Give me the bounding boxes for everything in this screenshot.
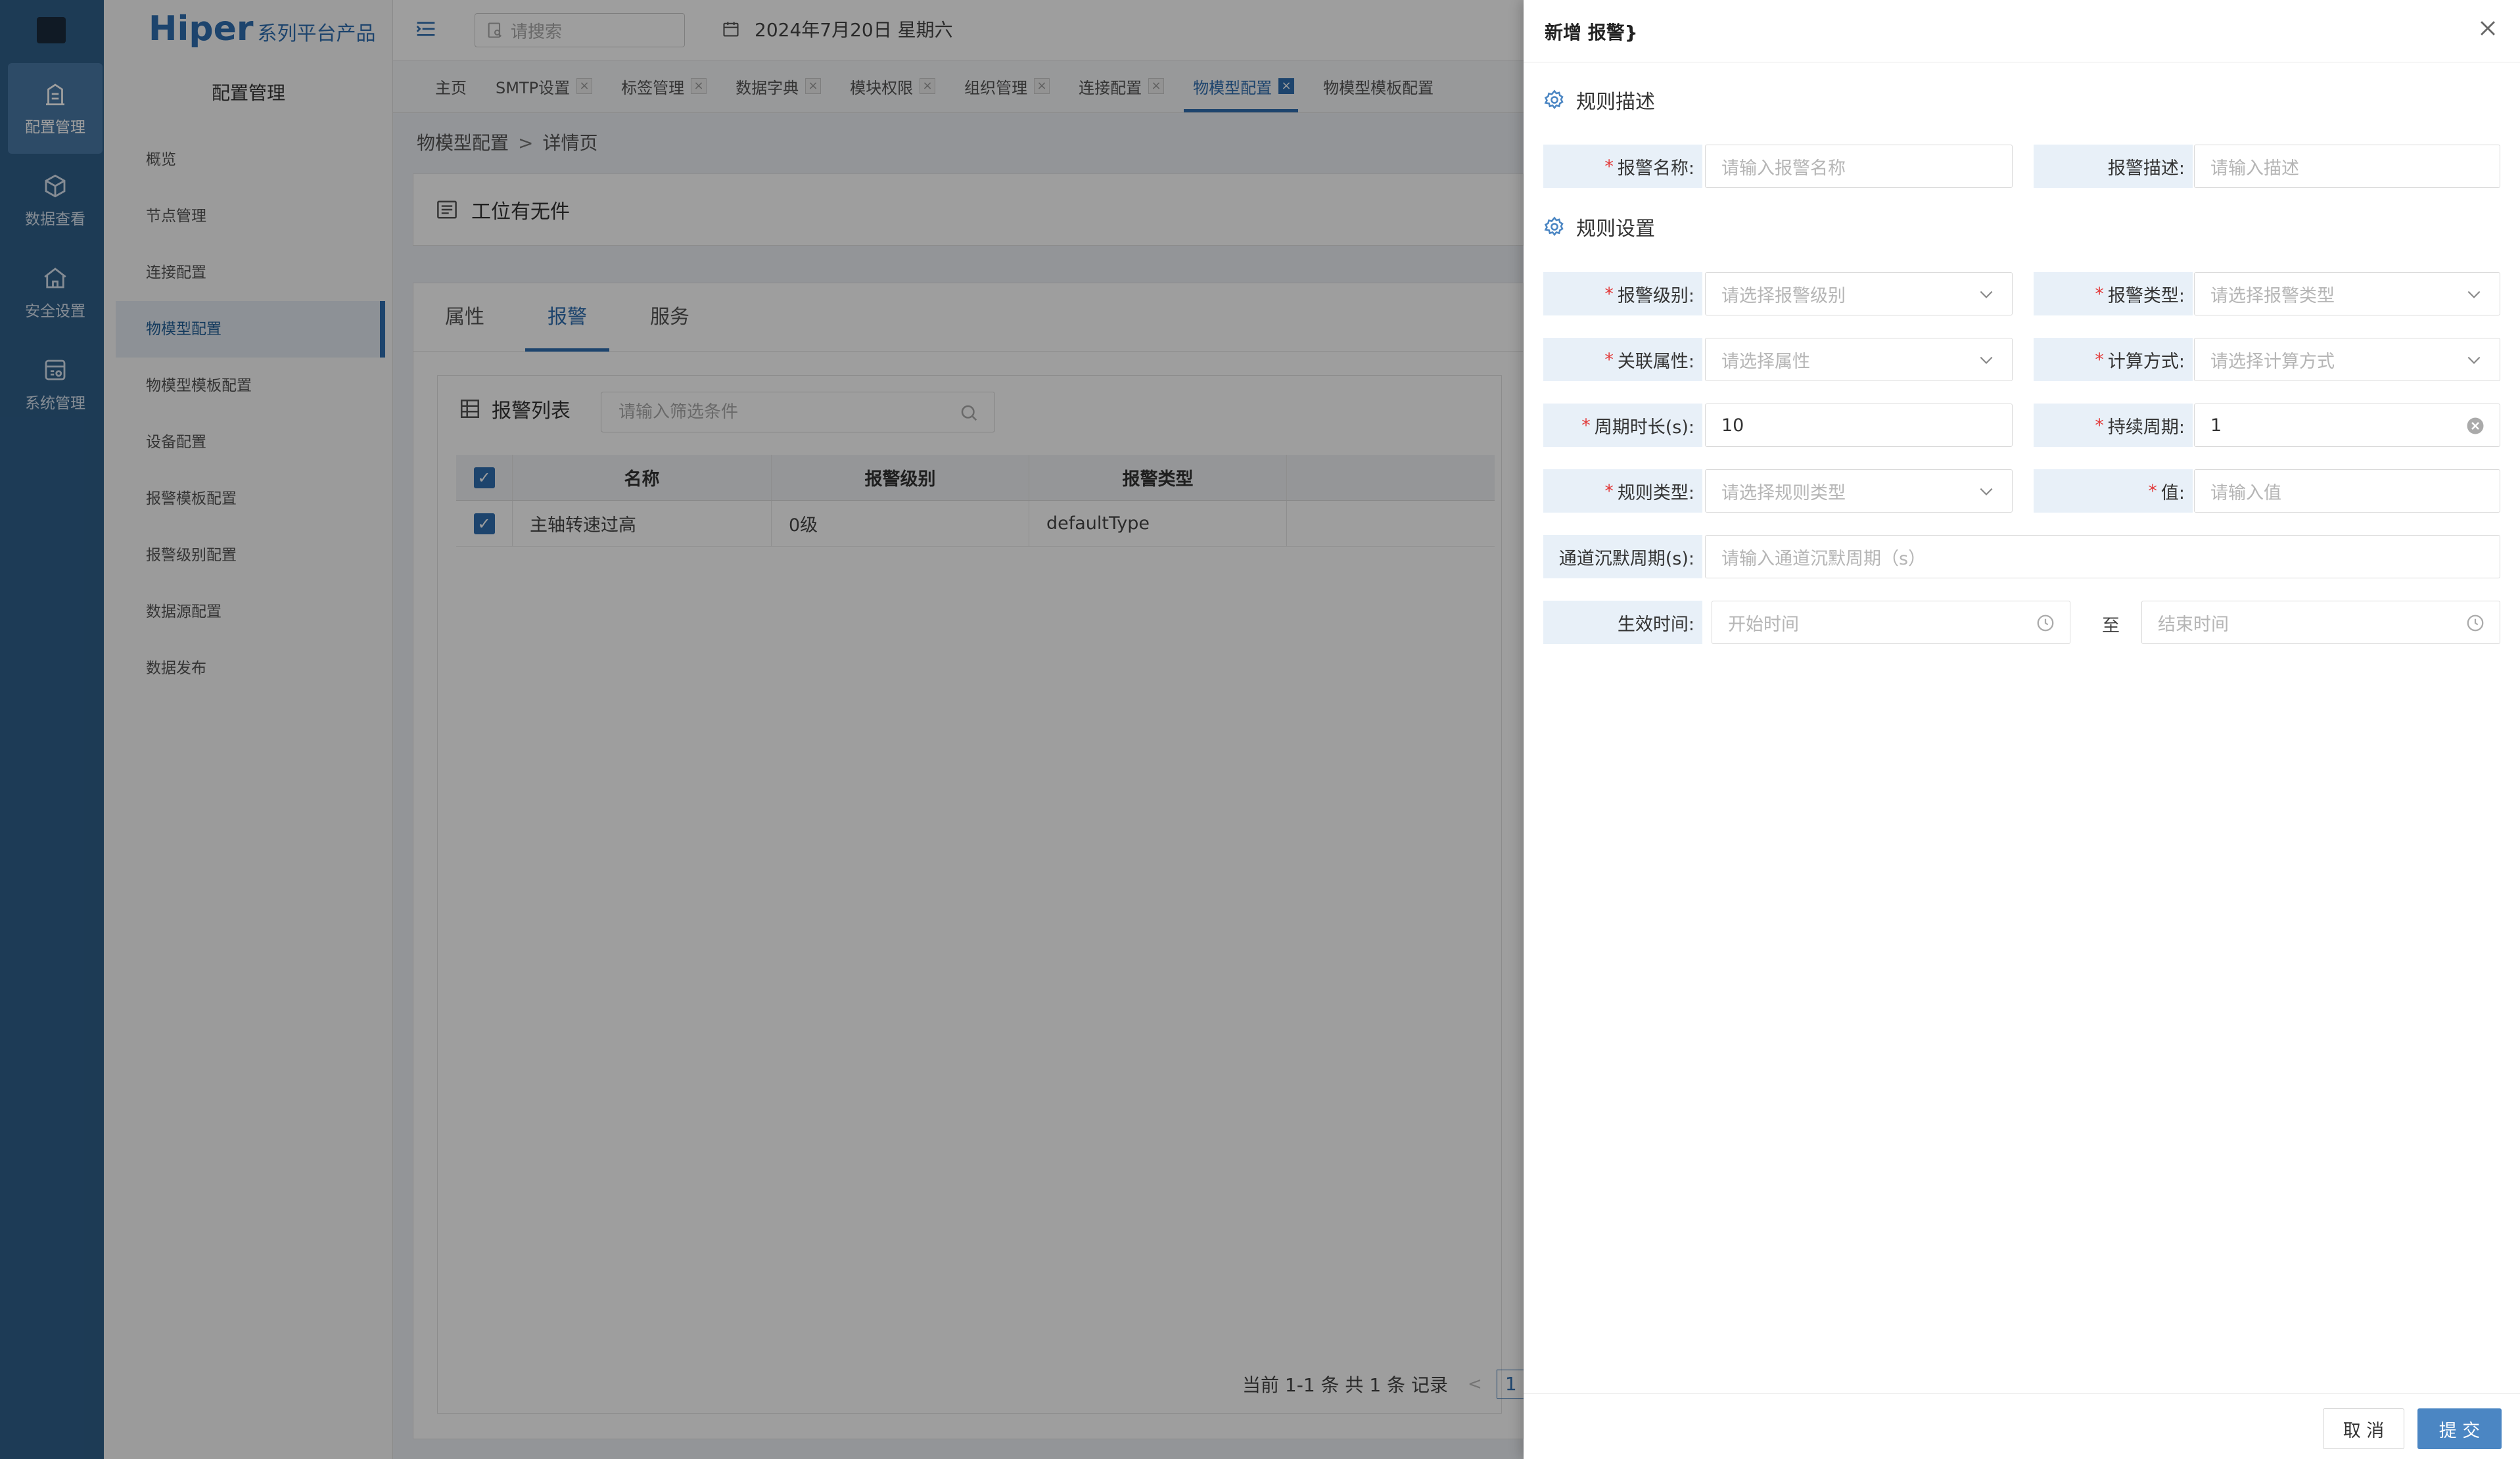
- placeholder: 请选择计算方式: [2210, 351, 2335, 372]
- submit-button[interactable]: 提 交: [2417, 1408, 2502, 1449]
- section-rule-desc: 规则描述: [1543, 85, 1655, 114]
- section-title: 规则描述: [1576, 91, 1655, 114]
- placeholder: 请输入报警名称: [1721, 158, 1846, 179]
- period-input[interactable]: 10: [1705, 404, 2013, 447]
- chevron-down-icon: [2467, 356, 2481, 364]
- alarm-level-label: * 报警级别:: [1543, 272, 1702, 315]
- form-row: 通道沉默周期(s): 请输入通道沉默周期（s）: [1543, 535, 2503, 578]
- duration-label: * 持续周期:: [2034, 404, 2193, 447]
- input-value: 10: [1721, 415, 1744, 436]
- alarm-desc-input[interactable]: 请输入描述: [2194, 145, 2500, 188]
- silent-period-input[interactable]: 请输入通道沉默周期（s）: [1705, 535, 2500, 578]
- label-text: 报警描述:: [2107, 158, 2185, 179]
- attr-select[interactable]: 请选择属性: [1705, 338, 2013, 381]
- gear-icon: [1544, 89, 1564, 110]
- alarm-type-select[interactable]: 请选择报警类型: [2194, 272, 2500, 315]
- placeholder: 请选择报警类型: [2210, 285, 2335, 306]
- value-input[interactable]: 请输入值: [2194, 469, 2500, 513]
- app-root: 配置管理 数据查看 安全设置 系统管理 Hiper 系列平台产品 配置管理 概览…: [0, 0, 2520, 1459]
- label-text: 生效时间:: [1617, 614, 1694, 635]
- calc-label: * 计算方式:: [2034, 338, 2193, 381]
- placeholder: 请输入值: [2210, 482, 2281, 503]
- clock-icon: [2037, 614, 2054, 632]
- placeholder: 请输入描述: [2210, 158, 2299, 179]
- placeholder: 请选择属性: [1721, 351, 1810, 372]
- attr-label: * 关联属性:: [1543, 338, 1702, 381]
- label-text: 持续周期:: [2107, 417, 2185, 438]
- section-rule-settings: 规则设置: [1543, 212, 1655, 241]
- close-icon[interactable]: [2477, 17, 2499, 39]
- placeholder: 结束时间: [2158, 614, 2229, 635]
- drawer-title: 新增 报警}: [1545, 22, 1638, 43]
- placeholder: 请输入通道沉默周期（s）: [1721, 548, 1926, 569]
- section-title: 规则设置: [1576, 218, 1655, 241]
- alarm-name-input[interactable]: 请输入报警名称: [1705, 145, 2013, 188]
- rule-type-select[interactable]: 请选择规则类型: [1705, 469, 2013, 513]
- duration-input[interactable]: 1: [2194, 404, 2500, 447]
- silent-period-label: 通道沉默周期(s):: [1543, 535, 1702, 578]
- clock-icon: [2467, 614, 2484, 632]
- form-row: * 关联属性: 请选择属性 * 计算方式: 请选择计算方式: [1543, 338, 2503, 381]
- chevron-down-icon: [1980, 488, 1993, 496]
- form-row: 生效时间: 开始时间 至 结束时间: [1543, 601, 2503, 644]
- label-text: 关联属性:: [1617, 351, 1694, 372]
- add-alarm-drawer: 新增 报警} 规则描述 * 报警名称: 请输入报警名称 报警描述: 请输入描述 规…: [1524, 0, 2520, 1459]
- range-separator: 至: [2102, 616, 2120, 636]
- alarm-type-label: * 报警类型:: [2034, 272, 2193, 315]
- label-text: 通道沉默周期(s):: [1558, 548, 1694, 569]
- period-label: * 周期时长(s):: [1543, 404, 1702, 447]
- label-text: 计算方式:: [2107, 351, 2185, 372]
- end-time-picker[interactable]: 结束时间: [2141, 601, 2500, 644]
- form-row: * 规则类型: 请选择规则类型 * 值: 请输入值: [1543, 469, 2503, 513]
- start-time-picker[interactable]: 开始时间: [1712, 601, 2070, 644]
- form-row: * 周期时长(s): 10 * 持续周期: 1: [1543, 404, 2503, 447]
- label-text: 报警级别:: [1617, 285, 1694, 306]
- alarm-name-label: * 报警名称:: [1543, 145, 1702, 188]
- input-value: 1: [2210, 415, 2222, 436]
- chevron-down-icon: [1980, 356, 1993, 364]
- value-label: * 值:: [2034, 469, 2193, 513]
- alarm-desc-label: 报警描述:: [2034, 145, 2193, 188]
- placeholder: 请选择报警级别: [1721, 285, 1846, 306]
- cancel-button[interactable]: 取 消: [2323, 1408, 2404, 1449]
- placeholder: 请选择规则类型: [1721, 482, 1846, 503]
- calc-select[interactable]: 请选择计算方式: [2194, 338, 2500, 381]
- chevron-down-icon: [1980, 290, 1993, 298]
- label-text: 报警类型:: [2107, 285, 2185, 306]
- chevron-down-icon: [2467, 290, 2481, 298]
- label-text: 规则类型:: [1617, 482, 1694, 503]
- placeholder: 开始时间: [1728, 614, 1799, 635]
- label-text: 周期时长(s):: [1594, 417, 1694, 438]
- form-row: * 报警级别: 请选择报警级别 * 报警类型: 请选择报警类型: [1543, 272, 2503, 315]
- alarm-level-select[interactable]: 请选择报警级别: [1705, 272, 2013, 315]
- label-text: 值:: [2160, 482, 2185, 503]
- gear-icon: [1544, 216, 1564, 237]
- clear-icon[interactable]: [2465, 416, 2485, 436]
- form-row: * 报警名称: 请输入报警名称 报警描述: 请输入描述: [1543, 145, 2503, 188]
- drawer-footer: 取 消 提 交: [1524, 1393, 2520, 1459]
- rule-type-label: * 规则类型:: [1543, 469, 1702, 513]
- modal-mask[interactable]: [0, 0, 1524, 1459]
- effective-time-label: 生效时间:: [1543, 601, 1702, 644]
- label-text: 报警名称:: [1617, 158, 1694, 179]
